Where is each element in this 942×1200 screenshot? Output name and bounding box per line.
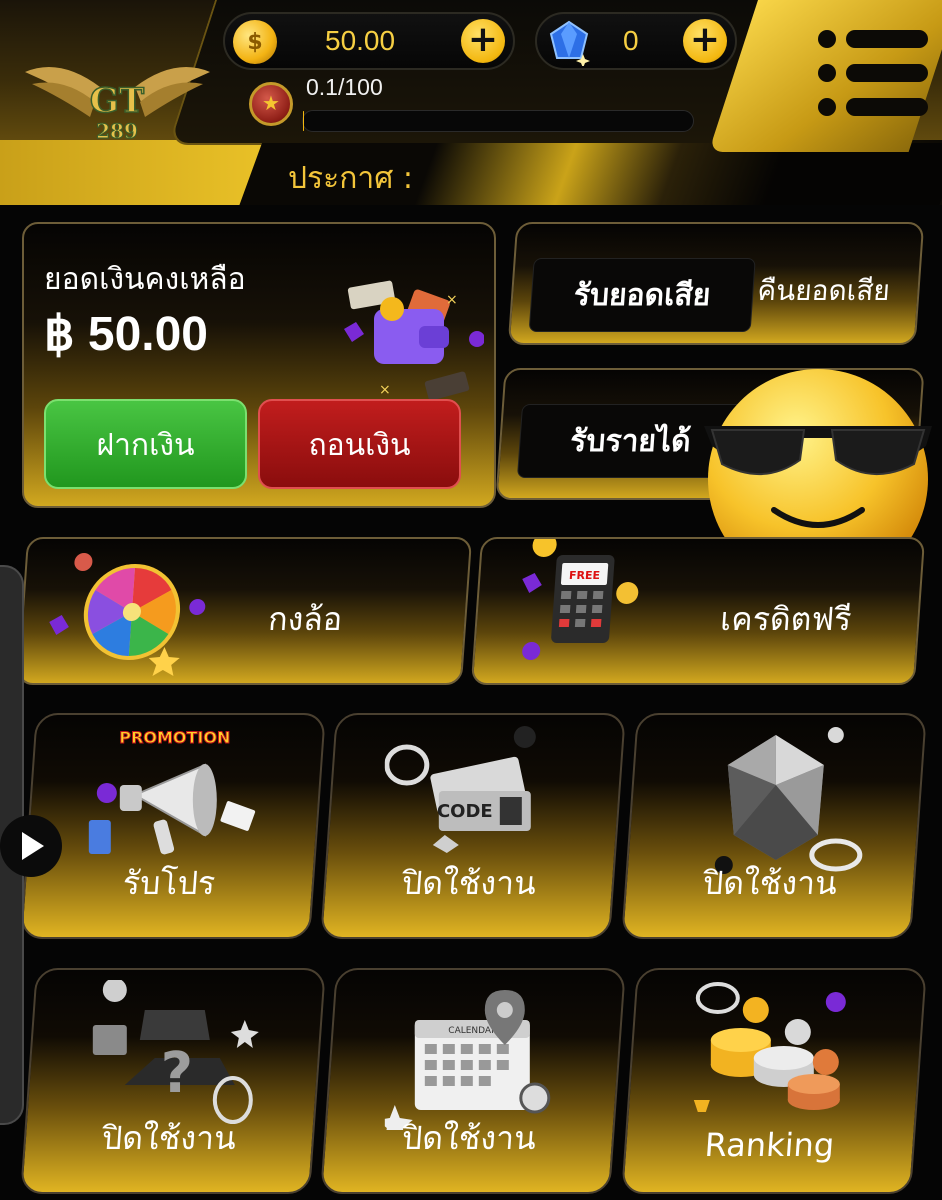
promotion-label: รับโปร [121, 864, 217, 902]
calendar-tile[interactable]: CALENDAR ปิดใช้งาน [320, 968, 626, 1194]
gem-balance-pill: 0 + [535, 12, 737, 70]
exp-progress-bar [302, 110, 694, 132]
free-credit-label: เครดิตฟรี [719, 600, 853, 638]
promotion-megaphone-icon: PROMOTION [88, 728, 256, 855]
prize-wheel-label: กงล้อ [267, 600, 344, 638]
play-icon[interactable] [0, 815, 62, 877]
mystery-box-label: ปิดใช้งาน [100, 1119, 238, 1157]
code-label: ปิดใช้งาน [400, 864, 538, 902]
add-coins-button[interactable]: + [461, 19, 505, 63]
coin-icon: $ [233, 20, 277, 64]
calendar-icon: CALENDAR [384, 990, 551, 1130]
coin-value: 50.00 [325, 25, 396, 56]
diamond-icon [714, 727, 863, 874]
gt289-logo: GT 289 [25, 67, 210, 142]
ranking-label: Ranking [703, 1126, 836, 1164]
ranking-tile[interactable]: Ranking [621, 968, 927, 1194]
svg-text:289: 289 [96, 119, 138, 142]
prize-wheel-tile[interactable]: กงล้อ [16, 537, 473, 685]
svg-text:×: × [379, 382, 391, 398]
add-gems-button[interactable]: + [683, 19, 727, 63]
svg-text:×: × [446, 292, 458, 308]
deposit-button[interactable]: ฝากเงิน [44, 399, 247, 489]
notice-label: ประกาศ : [288, 161, 413, 196]
diamond-label: ปิดใช้งาน [701, 864, 839, 902]
coin-balance-pill: $ 50.00 + [223, 12, 515, 70]
svg-text:?: ? [161, 1041, 193, 1106]
star-icon: ★ [249, 82, 293, 126]
menu-icon[interactable] [818, 30, 928, 120]
svg-text:GT: GT [90, 81, 144, 121]
exp-text: 0.1/100 [306, 74, 383, 100]
claim-rebate-button[interactable]: รับยอดเสีย [528, 258, 756, 332]
gem-icon [549, 20, 590, 66]
prize-wheel-icon [49, 553, 206, 676]
balance-panel: ยอดเงินคงเหลือ ฿ 50.00 × × ฝากเงิน ถอนเง… [22, 222, 496, 508]
svg-text:CALENDAR: CALENDAR [448, 1026, 497, 1036]
wallet-icon: × × [344, 280, 484, 401]
code-ticket-icon: CODE [384, 726, 536, 853]
svg-text:PROMOTION: PROMOTION [119, 728, 230, 747]
mystery-box-icon: ? [92, 980, 259, 1124]
svg-text:FREE: FREE [569, 569, 601, 582]
diamond-tile[interactable]: ปิดใช้งาน [621, 713, 927, 939]
calendar-label: ปิดใช้งาน [400, 1119, 538, 1157]
mystery-box-tile[interactable]: ? ปิดใช้งาน [20, 968, 326, 1194]
rebate-panel[interactable]: รับยอดเสีย คืนยอดเสีย [507, 222, 925, 345]
free-credit-tile[interactable]: FREE เครดิตฟรี [470, 537, 926, 685]
balance-amount: ฿ 50.00 [44, 308, 208, 361]
balance-label: ยอดเงินคงเหลือ [44, 262, 246, 297]
code-tile[interactable]: CODE ปิดใช้งาน [320, 713, 626, 939]
ranking-podium-icon [693, 982, 846, 1112]
svg-text:CODE: CODE [437, 801, 493, 822]
free-credit-calculator-icon: FREE [522, 537, 639, 660]
promotion-tile[interactable]: PROMOTION รับโปร [20, 713, 326, 939]
withdraw-button[interactable]: ถอนเงิน [258, 399, 461, 489]
gem-value: 0 [623, 25, 639, 56]
rebate-text: คืนยอดเสีย [756, 274, 892, 307]
